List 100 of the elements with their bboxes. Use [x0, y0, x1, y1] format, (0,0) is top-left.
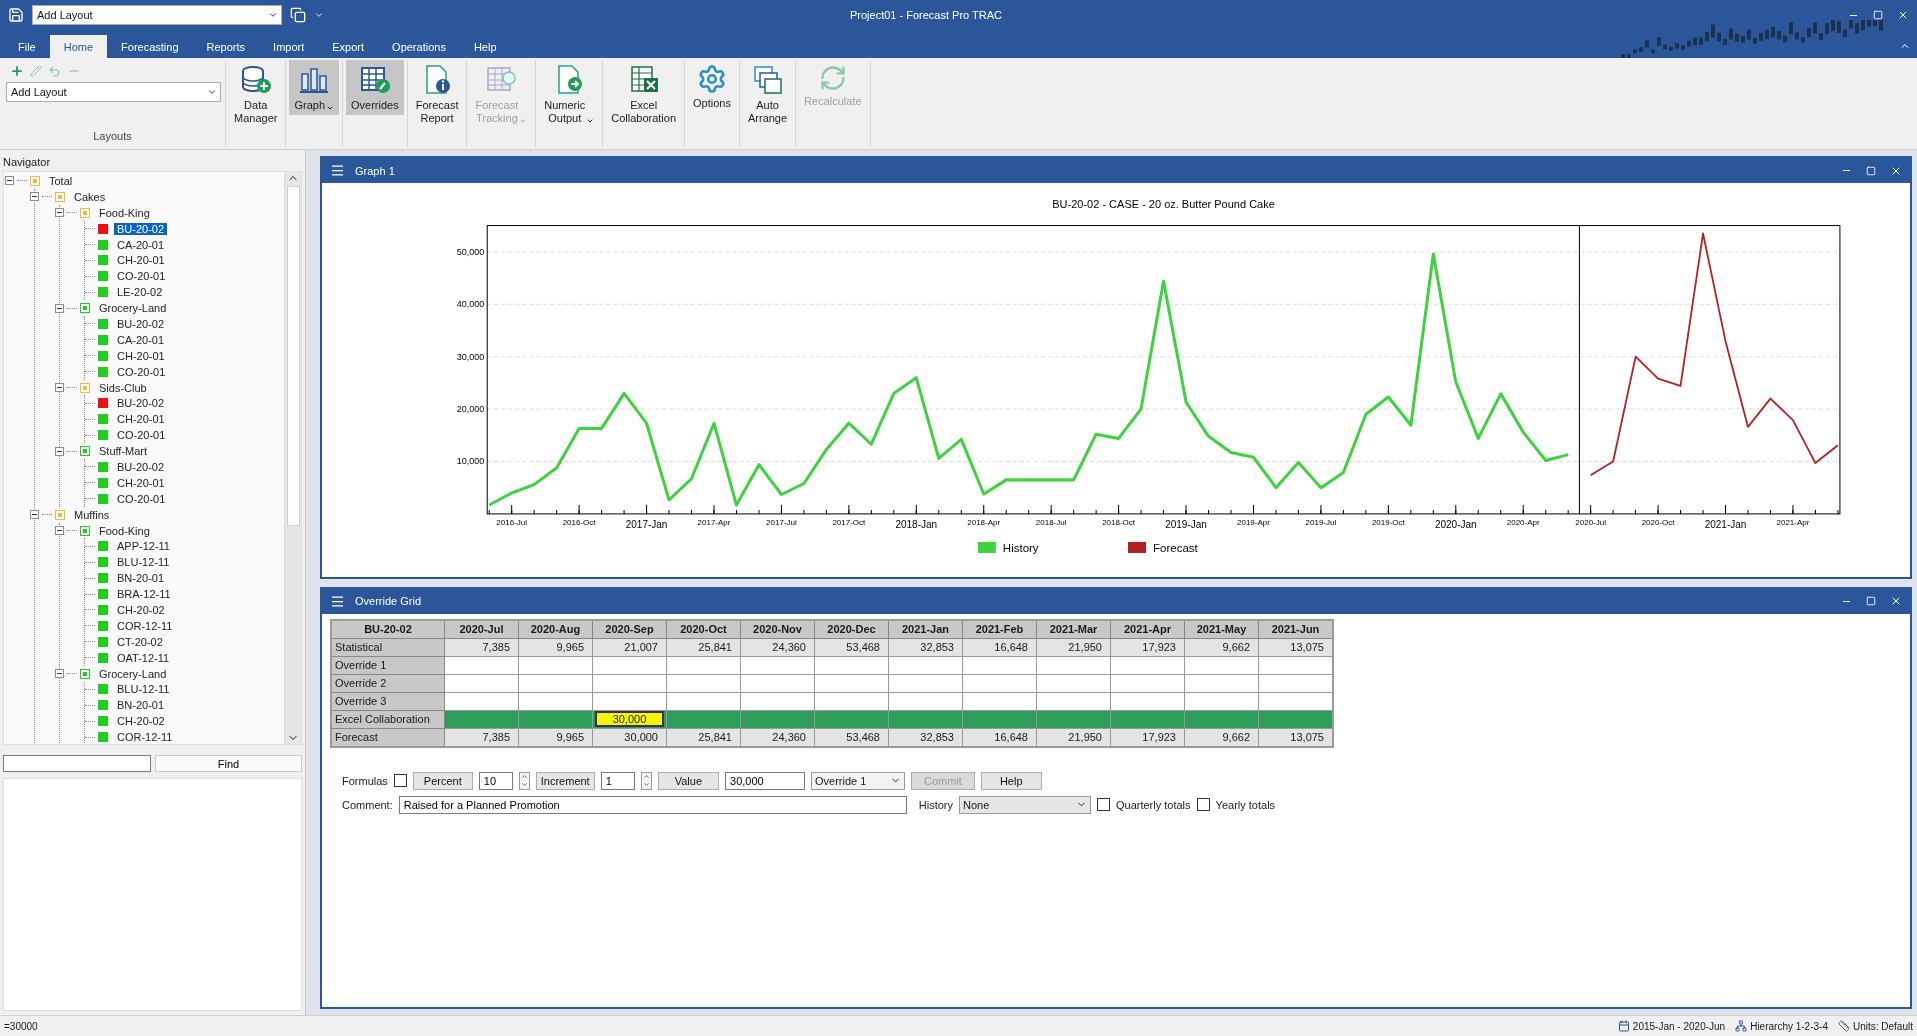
windows-icon[interactable]: [290, 7, 306, 23]
axis-label: 2020-Apr: [1506, 517, 1540, 527]
tree-item[interactable]: CA-20-01: [114, 238, 168, 251]
ribbon-button[interactable]: Auto Arrange: [742, 60, 793, 128]
tree-item[interactable]: Cakes: [71, 190, 109, 203]
maximize-icon[interactable]: [1866, 165, 1876, 176]
find-button[interactable]: Find: [155, 755, 302, 772]
comment-field[interactable]: Raised for a Planned Promotion: [398, 795, 907, 814]
tree-item[interactable]: CH-20-02: [114, 604, 168, 616]
ribbon-button[interactable]: Graph: [289, 60, 339, 115]
ribbon-button[interactable]: Data Manager: [229, 60, 283, 128]
ribbon-tab[interactable]: Import: [259, 35, 319, 58]
tree-item[interactable]: Food-King: [96, 524, 153, 537]
tree-item[interactable]: COR-12-11: [114, 731, 176, 744]
caret-icon[interactable]: [314, 10, 324, 20]
tree-item[interactable]: CH-20-01: [114, 254, 168, 267]
tree-item[interactable]: BLU-12-11: [114, 556, 173, 569]
tree-item[interactable]: CH-20-01: [114, 349, 168, 362]
table-edit-icon: [358, 64, 391, 96]
tree-item[interactable]: BRA-12-11: [114, 588, 174, 601]
column-header: 2020-Aug: [518, 619, 593, 638]
spin-up-icon[interactable]: [642, 773, 650, 780]
axis-label: 2019-Oct: [1371, 517, 1405, 527]
tree-item[interactable]: Muffins: [71, 508, 113, 521]
tree-item[interactable]: CA-20-01: [114, 333, 168, 346]
tree-item[interactable]: Grocery-Land: [96, 302, 170, 315]
tree-item[interactable]: BLU-12-11: [114, 683, 173, 696]
layout-combo[interactable]: Add Layout: [32, 5, 282, 25]
tree-item[interactable]: Food-King: [96, 206, 153, 219]
history-dropdown[interactable]: None: [959, 795, 1091, 814]
search-field[interactable]: [3, 755, 151, 772]
hierarchy-text: Hierarchy 1-2-3-4: [1750, 1020, 1828, 1032]
spin-control[interactable]: [518, 771, 530, 790]
tree-item[interactable]: CO-20-01: [114, 492, 169, 505]
tree-item[interactable]: BU-20-02: [114, 460, 168, 473]
axis-label: 2017-Oct: [832, 517, 866, 527]
maximize-icon[interactable]: [1873, 10, 1883, 20]
increment-field[interactable]: 1: [600, 771, 635, 790]
spin-down-icon[interactable]: [520, 781, 528, 788]
ribbon-button[interactable]: Excel Collaboration: [606, 60, 682, 128]
database-icon: [239, 64, 272, 96]
tree-item[interactable]: CH-20-01: [114, 413, 168, 426]
tree-item[interactable]: Total: [46, 174, 76, 187]
tree-item[interactable]: OAT-12-11: [114, 651, 173, 664]
ribbon-tab[interactable]: Operations: [378, 35, 460, 58]
value-button[interactable]: Value: [657, 771, 719, 790]
axis-label: 2018-Jan: [895, 518, 938, 530]
ribbon-tab[interactable]: File: [4, 35, 50, 58]
tree-item[interactable]: CO-20-01: [114, 429, 169, 442]
tree-item[interactable]: CT-20-02: [114, 635, 166, 648]
add-icon[interactable]: [10, 64, 24, 78]
tree-item[interactable]: BU-20-02: [114, 317, 168, 330]
tree-item[interactable]: Stuff-Mart: [96, 445, 151, 458]
percent-field[interactable]: 10: [478, 771, 513, 790]
scrollbar[interactable]: [284, 172, 301, 744]
formulas-checkbox[interactable]: [393, 774, 407, 787]
menu-icon[interactable]: [330, 163, 345, 178]
tree-item[interactable]: BN-20-01: [114, 699, 168, 712]
yearly-checkbox[interactable]: [1196, 798, 1210, 811]
undo-icon[interactable]: [48, 64, 61, 78]
quarterly-checkbox[interactable]: [1097, 798, 1110, 811]
tree-item[interactable]: CH-20-02: [114, 715, 168, 728]
ribbon-tab[interactable]: Home: [49, 35, 108, 58]
value-field[interactable]: 30,000: [725, 771, 805, 790]
edit-icon[interactable]: [30, 65, 42, 77]
override-dropdown[interactable]: Override 1: [811, 771, 905, 790]
ribbon-tab[interactable]: Help: [459, 35, 511, 58]
ribbon-tab[interactable]: Forecasting: [107, 35, 193, 58]
tree-item[interactable]: BU-20-02: [114, 222, 168, 235]
ribbon-button[interactable]: Overrides: [346, 60, 404, 115]
maximize-icon[interactable]: [1866, 596, 1876, 606]
close-icon[interactable]: [1890, 595, 1902, 607]
tree-item[interactable]: LE-20-02: [114, 286, 166, 299]
tree-item[interactable]: Grocery-Land: [96, 667, 170, 680]
legend-swatch: [977, 541, 996, 553]
axis-label: 2017-Apr: [697, 517, 731, 527]
percent-button[interactable]: Percent: [412, 771, 473, 790]
ribbon-button[interactable]: Options: [688, 60, 736, 113]
spin-down-icon[interactable]: [642, 781, 650, 788]
menu-icon[interactable]: [330, 593, 345, 609]
ribbon-button[interactable]: Forecast Report: [410, 60, 464, 128]
increment-button[interactable]: Increment: [535, 771, 595, 790]
ribbon-button[interactable]: Numeric Output: [539, 60, 600, 128]
tree-item[interactable]: CH-20-01: [114, 476, 168, 489]
tree-item[interactable]: CO-20-01: [114, 270, 169, 283]
tree-item[interactable]: Sids-Club: [96, 381, 150, 394]
ribbon-tab[interactable]: Export: [318, 35, 379, 58]
close-icon[interactable]: [1897, 9, 1909, 21]
tree-item[interactable]: COR-12-11: [114, 619, 176, 632]
layout-combo[interactable]: Add Layout: [6, 82, 221, 102]
spin-up-icon[interactable]: [520, 773, 528, 780]
tree-item[interactable]: APP-12-11: [114, 540, 173, 553]
ribbon-tab[interactable]: Reports: [192, 35, 260, 58]
tree-item[interactable]: BU-20-02: [114, 397, 168, 410]
save-icon[interactable]: [8, 7, 24, 23]
spin-control[interactable]: [640, 771, 652, 790]
tree-item[interactable]: BN-20-01: [114, 572, 168, 585]
tree-item[interactable]: CO-20-01: [114, 365, 169, 378]
help-button[interactable]: Help: [980, 771, 1042, 790]
formula-text: =30000: [4, 1020, 38, 1032]
